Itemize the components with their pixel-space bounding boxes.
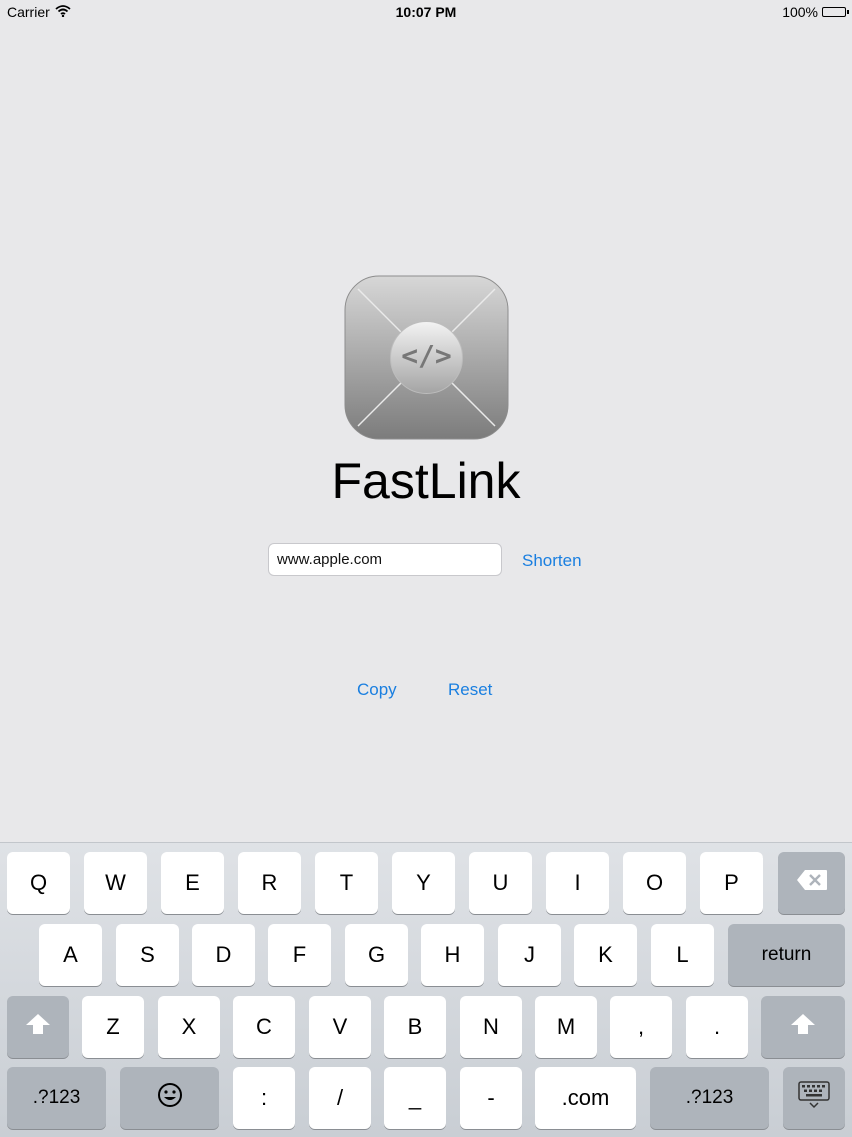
emoji-key[interactable] bbox=[120, 1067, 219, 1129]
key-f[interactable]: F bbox=[268, 924, 331, 986]
key-t[interactable]: T bbox=[315, 852, 378, 914]
key-d[interactable]: D bbox=[192, 924, 255, 986]
shift-icon bbox=[25, 1013, 51, 1041]
reset-button[interactable]: Reset bbox=[448, 680, 492, 700]
backspace-key[interactable] bbox=[778, 852, 845, 914]
battery-percent: 100% bbox=[782, 4, 818, 20]
key-m[interactable]: M bbox=[535, 996, 597, 1058]
hide-keyboard-key[interactable] bbox=[783, 1067, 845, 1129]
dotcom-key[interactable]: .com bbox=[535, 1067, 636, 1129]
shorten-button[interactable]: Shorten bbox=[522, 551, 582, 571]
key-x[interactable]: X bbox=[158, 996, 220, 1058]
key-slash[interactable]: / bbox=[309, 1067, 371, 1129]
code-glyph: </> bbox=[401, 339, 452, 372]
key-e[interactable]: E bbox=[161, 852, 224, 914]
keyboard: Q W E R T Y U I O P A S D F G H J K L re… bbox=[0, 842, 852, 1137]
numbers-key-right[interactable]: .?123 bbox=[650, 1067, 769, 1129]
copy-button[interactable]: Copy bbox=[357, 680, 397, 700]
key-o[interactable]: O bbox=[623, 852, 686, 914]
key-k[interactable]: K bbox=[574, 924, 637, 986]
key-w[interactable]: W bbox=[84, 852, 147, 914]
key-j[interactable]: J bbox=[498, 924, 561, 986]
key-i[interactable]: I bbox=[546, 852, 609, 914]
app-title: FastLink bbox=[331, 453, 521, 509]
key-l[interactable]: L bbox=[651, 924, 714, 986]
keyboard-dismiss-icon bbox=[798, 1081, 830, 1115]
key-underscore[interactable]: _ bbox=[384, 1067, 446, 1129]
key-z[interactable]: Z bbox=[82, 996, 144, 1058]
key-b[interactable]: B bbox=[384, 996, 446, 1058]
key-q[interactable]: Q bbox=[7, 852, 70, 914]
key-period[interactable]: . bbox=[686, 996, 748, 1058]
key-h[interactable]: H bbox=[421, 924, 484, 986]
shift-icon bbox=[790, 1013, 816, 1041]
key-colon[interactable]: : bbox=[233, 1067, 295, 1129]
battery-icon bbox=[822, 7, 849, 17]
shift-key-right[interactable] bbox=[761, 996, 845, 1058]
key-y[interactable]: Y bbox=[392, 852, 455, 914]
key-v[interactable]: V bbox=[309, 996, 371, 1058]
key-a[interactable]: A bbox=[39, 924, 102, 986]
key-g[interactable]: G bbox=[345, 924, 408, 986]
status-bar: Carrier 10:07 PM 100% bbox=[0, 0, 852, 24]
key-n[interactable]: N bbox=[460, 996, 522, 1058]
key-comma[interactable]: , bbox=[610, 996, 672, 1058]
url-input[interactable] bbox=[268, 543, 502, 576]
key-s[interactable]: S bbox=[116, 924, 179, 986]
key-r[interactable]: R bbox=[238, 852, 301, 914]
numbers-key-left[interactable]: .?123 bbox=[7, 1067, 106, 1129]
key-c[interactable]: C bbox=[233, 996, 295, 1058]
clock: 10:07 PM bbox=[395, 4, 457, 20]
battery-indicator: 100% bbox=[782, 4, 849, 20]
shift-key-left[interactable] bbox=[7, 996, 69, 1058]
backspace-icon bbox=[796, 869, 828, 897]
app-logo: </> bbox=[344, 275, 509, 440]
smiley-icon bbox=[157, 1082, 183, 1114]
key-u[interactable]: U bbox=[469, 852, 532, 914]
key-p[interactable]: P bbox=[700, 852, 763, 914]
return-key[interactable]: return bbox=[728, 924, 845, 986]
key-dash[interactable]: - bbox=[460, 1067, 522, 1129]
